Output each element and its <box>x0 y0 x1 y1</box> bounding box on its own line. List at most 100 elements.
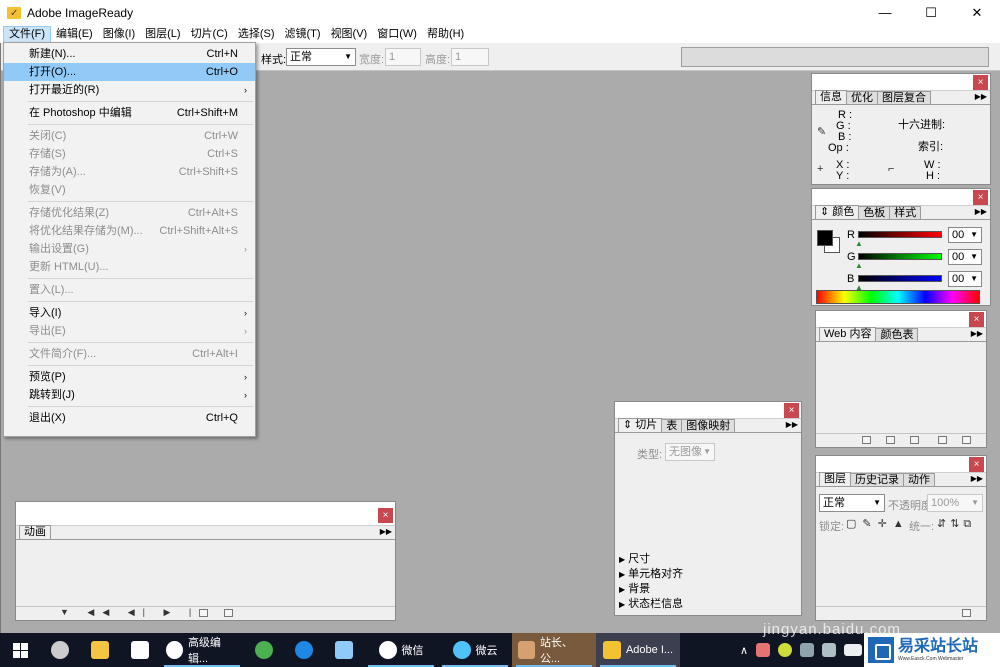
tab-actions[interactable]: 动作 <box>903 473 935 486</box>
opacity-input[interactable]: 100% ▼ <box>927 494 983 512</box>
panel-menu-icon[interactable]: ▶▶ <box>971 329 983 338</box>
width-input[interactable]: 1 <box>385 48 421 66</box>
section-status-bar[interactable]: ▶ 状态栏信息 <box>619 597 683 611</box>
minimize-button[interactable]: — <box>862 0 908 25</box>
menu-item-save-optimized-as[interactable]: 将优化结果存储为(M)... Ctrl+Shift+Alt+S <box>4 222 255 240</box>
menu-item-open-recent[interactable]: 打开最近的(R) › <box>4 81 255 99</box>
menu-filter[interactable]: 滤镜(T) <box>280 26 326 43</box>
menu-view[interactable]: 视图(V) <box>326 26 373 43</box>
panel-menu-icon[interactable]: ▶▶ <box>971 474 983 483</box>
tab-history[interactable]: 历史记录 <box>850 473 904 486</box>
red-slider[interactable] <box>858 231 942 238</box>
red-value[interactable]: 00 ▼ <box>948 227 982 243</box>
trash-icon[interactable] <box>962 609 971 617</box>
panel-menu-icon[interactable]: ▶▶ <box>380 527 392 536</box>
slice-type-select[interactable]: 无图像 ▼ <box>665 443 715 461</box>
menu-item-save-as[interactable]: 存储为(A)... Ctrl+Shift+S <box>4 163 255 181</box>
browser-360-button[interactable] <box>244 633 284 667</box>
menu-slice[interactable]: 切片(C) <box>186 26 233 43</box>
menu-item-revert[interactable]: 恢复(V) <box>4 181 255 199</box>
tab-table[interactable]: 表 <box>661 419 683 432</box>
foreground-color-swatch[interactable] <box>817 230 833 246</box>
tab-color-table[interactable]: 颜色表 <box>875 328 919 341</box>
lock-icons[interactable]: ▢✎✛▲ <box>846 517 910 530</box>
menu-item-export[interactable]: 导出(E) › <box>4 322 255 340</box>
close-icon[interactable]: × <box>969 457 984 472</box>
menu-item-file-info[interactable]: 文件简介(F)... Ctrl+Alt+I <box>4 345 255 363</box>
height-input[interactable]: 1 <box>451 48 489 66</box>
tab-swatches[interactable]: 色板 <box>858 206 891 219</box>
tray-plus-icon[interactable] <box>778 643 792 657</box>
menu-item-exit[interactable]: 退出(X) Ctrl+Q <box>4 409 255 427</box>
green-slider-thumb[interactable]: ▲ <box>855 261 863 270</box>
panel-menu-icon[interactable]: ▶▶ <box>975 207 987 216</box>
menu-file[interactable]: 文件(F) <box>3 25 52 43</box>
color-spectrum[interactable] <box>816 290 980 304</box>
red-slider-thumb[interactable]: ▲ <box>855 239 863 248</box>
trash-icon[interactable] <box>962 436 971 444</box>
maximize-button[interactable]: ☐ <box>908 0 954 25</box>
menu-item-preview[interactable]: 预览(P) › <box>4 368 255 386</box>
blend-mode-select[interactable]: 正常 ▼ <box>819 494 885 512</box>
tab-info[interactable]: 信息 <box>815 90 847 104</box>
menu-item-open[interactable]: 打开(O)... Ctrl+O <box>4 63 255 81</box>
chevron-up-icon[interactable]: ∧ <box>740 644 748 657</box>
menu-item-import[interactable]: 导入(I) › <box>4 304 255 322</box>
tab-animation[interactable]: 动画 <box>19 525 51 539</box>
menu-image[interactable]: 图像(I) <box>98 26 140 43</box>
menu-item-output-settings[interactable]: 输出设置(G) › <box>4 240 255 258</box>
menu-item-save[interactable]: 存储(S) Ctrl+S <box>4 145 255 163</box>
menu-item-new[interactable]: 新建(N)... Ctrl+N <box>4 45 255 63</box>
taskbar-app-imageready[interactable]: Adobe I... <box>596 633 680 667</box>
close-icon[interactable]: × <box>784 403 799 418</box>
tab-layer-comps[interactable]: 图层复合 <box>877 91 931 104</box>
menu-item-save-optimized[interactable]: 存储优化结果(Z) Ctrl+Alt+S <box>4 204 255 222</box>
tab-color[interactable]: ⇕ 颜色 <box>815 205 860 219</box>
menu-layer[interactable]: 图层(L) <box>140 26 185 43</box>
network-icon[interactable] <box>800 643 814 657</box>
taskbar-app-weiyun[interactable]: 微云 <box>438 633 512 667</box>
remote-desktop-button[interactable] <box>324 633 364 667</box>
start-button[interactable] <box>0 633 40 667</box>
tab-styles[interactable]: 样式 <box>889 206 922 219</box>
new-frame-icon[interactable] <box>199 609 208 617</box>
tray-app-icon[interactable] <box>756 643 770 657</box>
section-size[interactable]: ▶ 尺寸 <box>619 552 650 566</box>
close-icon[interactable]: × <box>969 312 984 327</box>
menu-edit[interactable]: 编辑(E) <box>51 26 98 43</box>
slice-icon[interactable] <box>886 436 895 444</box>
pinwheel-app-button[interactable] <box>40 633 80 667</box>
close-icon[interactable]: × <box>973 75 988 90</box>
menu-window[interactable]: 窗口(W) <box>372 26 422 43</box>
close-window-button[interactable]: ✕ <box>954 0 1000 25</box>
rollover-icon[interactable] <box>910 436 919 444</box>
trash-icon[interactable] <box>224 609 233 617</box>
keyboard-icon[interactable] <box>844 644 862 656</box>
store-button[interactable] <box>120 633 160 667</box>
menu-select[interactable]: 选择(S) <box>233 26 280 43</box>
edge-button[interactable] <box>284 633 324 667</box>
menu-item-jump-to[interactable]: 跳转到(J) › <box>4 386 255 404</box>
panel-menu-icon[interactable]: ▶▶ <box>786 420 798 429</box>
green-value[interactable]: 00 ▼ <box>948 249 982 265</box>
style-select[interactable]: 正常 ▼ <box>286 48 356 66</box>
tab-web-content[interactable]: Web 内容 <box>819 327 877 341</box>
green-slider[interactable] <box>858 253 942 260</box>
taskbar-app-wechat[interactable]: 微信 <box>364 633 438 667</box>
tab-layers[interactable]: 图层 <box>819 472 851 486</box>
tab-image-map[interactable]: 图像映射 <box>681 419 736 432</box>
section-cell-align[interactable]: ▶ 单元格对齐 <box>619 567 683 581</box>
section-background[interactable]: ▶ 背景 <box>619 582 650 596</box>
taskbar-app-editor[interactable]: 高级编辑... <box>160 633 244 667</box>
menu-item-place[interactable]: 置入(L)... <box>4 281 255 299</box>
taskbar-app-webmaster[interactable]: 站长、公... <box>512 633 596 667</box>
close-icon[interactable]: × <box>973 190 988 205</box>
close-icon[interactable]: × <box>378 508 393 523</box>
playback-controls[interactable]: ▼ ◀◀ ◀| ▶ |▶ <box>60 607 214 618</box>
blue-slider[interactable] <box>858 275 942 282</box>
tab-optimize[interactable]: 优化 <box>846 91 878 104</box>
menu-help[interactable]: 帮助(H) <box>422 26 469 43</box>
tab-slice[interactable]: ⇕ 切片 <box>618 418 663 432</box>
file-explorer-button[interactable] <box>80 633 120 667</box>
link-icon[interactable] <box>862 436 871 444</box>
